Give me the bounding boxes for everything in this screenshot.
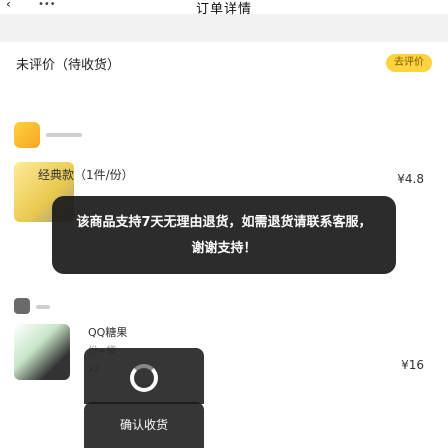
- order-status: 未评价（待收货）: [16, 58, 121, 73]
- notice-line-1: 该商品支持7天无理由退货，如需退货请联系客服，: [76, 215, 372, 230]
- shop-name-placeholder: [36, 305, 50, 309]
- notice-line-2: 谢谢支持！: [191, 241, 257, 256]
- shop-name-placeholder: [46, 133, 82, 137]
- confirm-receipt-label: 确认收货: [119, 418, 168, 432]
- rate-button[interactable]: 去评价: [386, 54, 432, 72]
- item-thumbnail: [14, 324, 70, 380]
- item-price: ¥4.8: [397, 172, 424, 186]
- confirm-receipt-toast[interactable]: 确认收货: [84, 402, 204, 448]
- shop-logo: [14, 122, 40, 148]
- status-row: 未评价（待收货） 去评价: [16, 52, 432, 76]
- loading-toast: [84, 348, 204, 404]
- item-price: ¥16: [401, 358, 424, 372]
- item-name: 经典款（1件/份）: [38, 168, 134, 182]
- order-item-2[interactable]: QQ糖果 份+袋 x2 ¥16: [14, 324, 434, 444]
- loading-spinner-icon: [130, 364, 158, 392]
- top-nav: ‹ ••• 订单详情: [0, 0, 448, 17]
- page-title: 订单详情: [195, 2, 252, 17]
- order-detail-page: ‹ ••• 订单详情 未评价（待收货） 去评价 经典款（1件/份） x1 ¥4.…: [0, 0, 448, 448]
- shop-logo: [14, 298, 30, 314]
- notice-banner: 该商品支持7天无理由退货，如需退货请联系客服， 谢谢支持！: [52, 196, 396, 274]
- shop-header-2[interactable]: [14, 298, 74, 316]
- shop-header-1[interactable]: [14, 120, 134, 150]
- item-name: QQ糖果: [88, 326, 128, 339]
